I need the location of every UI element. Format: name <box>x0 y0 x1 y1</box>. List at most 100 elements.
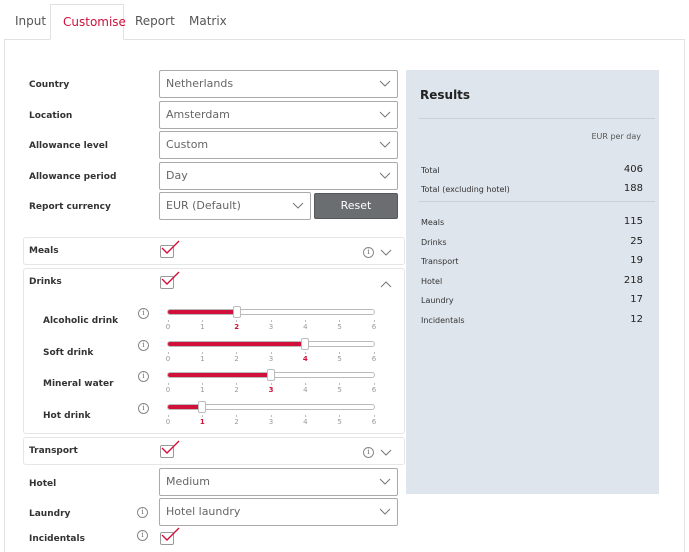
result-value: 406 <box>623 164 643 175</box>
alcoholic-drink-slider[interactable]: 0 1 2 3 4 5 6 <box>166 306 376 331</box>
slider-tick-label: 6 <box>369 415 379 426</box>
scrollbar[interactable] <box>684 40 685 552</box>
slider-thumb[interactable] <box>198 401 207 413</box>
hot-drink-slider[interactable]: 0 1 2 3 4 5 6 <box>166 401 376 426</box>
slider-thumb[interactable] <box>301 338 310 350</box>
chevron-down-icon <box>292 202 304 209</box>
tab-bar: Input Customise Report Matrix <box>0 0 689 40</box>
country-value: Netherlands <box>166 77 234 90</box>
report-currency-label: Report currency <box>29 202 111 212</box>
slider-label: Hot drink <box>43 411 91 421</box>
hotel-label: Hotel <box>29 479 57 489</box>
country-select[interactable]: Netherlands <box>159 70 398 98</box>
hotel-select[interactable]: Medium <box>159 468 398 496</box>
slider-tick-label: 4 <box>300 352 310 363</box>
info-icon[interactable]: i <box>138 308 149 319</box>
drinks-checkbox[interactable] <box>160 271 180 289</box>
slider-tick-label: 1 <box>197 415 207 426</box>
slider-tick-label: 2 <box>232 320 242 331</box>
info-icon[interactable]: i <box>138 403 149 414</box>
chevron-down-icon <box>379 141 391 148</box>
drinks-section: Drinks Alcoholic drink i 0 1 2 3 4 5 6 Soft dr… <box>23 268 405 434</box>
drinks-label: Drinks <box>29 277 62 287</box>
mineral-water-slider[interactable]: 0 1 2 3 4 5 6 <box>166 369 376 394</box>
laundry-value: Hotel laundry <box>166 505 241 518</box>
hotel-value: Medium <box>166 475 210 488</box>
chevron-up-icon[interactable] <box>380 280 392 288</box>
slider-tick-label: 3 <box>266 383 276 394</box>
slider-tick-label: 0 <box>163 320 173 331</box>
slider-row-mineral-water: Mineral water i 0 1 2 3 4 5 6 <box>24 369 406 401</box>
slider-thumb[interactable] <box>232 306 241 318</box>
slider-tick-label: 1 <box>197 352 207 363</box>
location-value: Amsterdam <box>166 108 230 121</box>
slider-tick-label: 3 <box>266 352 276 363</box>
info-icon[interactable]: i <box>137 530 148 541</box>
slider-fill <box>168 405 203 409</box>
results-panel: Results EUR per day Total 406 Total (exc… <box>406 70 659 494</box>
transport-section: Transport i <box>23 437 405 465</box>
slider-tick-label: 6 <box>369 320 379 331</box>
chevron-down-icon <box>379 80 391 87</box>
result-label: Incidentals <box>421 316 465 325</box>
country-label: Country <box>29 80 70 90</box>
slider-tick-label: 4 <box>300 415 310 426</box>
info-icon[interactable]: i <box>138 340 149 351</box>
info-icon[interactable]: i <box>137 507 148 518</box>
report-currency-select[interactable]: EUR (Default) <box>159 192 311 220</box>
tab-customise[interactable]: Customise <box>50 4 126 40</box>
location-select[interactable]: Amsterdam <box>159 101 398 129</box>
slider-tick-label: 2 <box>232 415 242 426</box>
chevron-down-icon[interactable] <box>380 249 392 257</box>
chevron-down-icon[interactable] <box>380 449 392 457</box>
allowance-level-select[interactable]: Custom <box>159 131 398 159</box>
info-icon[interactable]: i <box>363 247 374 258</box>
incidentals-checkbox[interactable] <box>160 527 180 545</box>
result-label: Laundry <box>421 296 454 305</box>
allowance-period-value: Day <box>166 169 188 182</box>
report-currency-value: EUR (Default) <box>166 199 241 212</box>
meals-checkbox[interactable] <box>160 240 180 258</box>
result-value: 12 <box>630 314 643 325</box>
results-title: Results <box>420 88 471 102</box>
slider-fill <box>168 342 306 346</box>
reset-currency-button[interactable]: Reset currency <box>314 193 398 236</box>
divider <box>419 118 655 119</box>
slider-tick-label: 5 <box>335 320 345 331</box>
slider-label: Mineral water <box>43 379 114 389</box>
transport-label: Transport <box>29 446 78 456</box>
allowance-period-label: Allowance period <box>29 172 117 182</box>
slider-tick-label: 5 <box>335 352 345 363</box>
soft-drink-slider[interactable]: 0 1 2 3 4 5 6 <box>166 338 376 363</box>
laundry-label: Laundry <box>29 509 71 519</box>
checkmark-icon <box>161 440 180 454</box>
allowance-period-select[interactable]: Day <box>159 162 398 190</box>
result-value: 115 <box>623 216 643 227</box>
checkmark-icon <box>161 271 180 285</box>
slider-tick-label: 2 <box>232 383 242 394</box>
info-icon[interactable]: i <box>363 447 374 458</box>
result-row-transport: Transport 19 <box>421 255 643 271</box>
laundry-select[interactable]: Hotel laundry <box>159 498 398 526</box>
slider-label: Soft drink <box>43 348 94 358</box>
transport-checkbox[interactable] <box>160 440 180 458</box>
slider-tick-label: 4 <box>300 320 310 331</box>
slider-tick-label: 5 <box>335 383 345 394</box>
slider-tick-label: 1 <box>197 320 207 331</box>
chevron-down-icon <box>379 111 391 118</box>
slider-thumb[interactable] <box>267 369 275 381</box>
result-row-hotel: Hotel 218 <box>421 275 643 291</box>
slider-tick-label: 6 <box>369 383 379 394</box>
meals-section: Meals i <box>23 237 405 265</box>
result-row-laundry: Laundry 17 <box>421 294 643 310</box>
result-label: Drinks <box>421 238 447 247</box>
slider-fill <box>168 310 237 314</box>
result-value: 188 <box>623 183 643 194</box>
tab-matrix[interactable]: Matrix <box>177 4 239 40</box>
chevron-down-icon <box>379 172 391 179</box>
meals-label: Meals <box>29 246 59 256</box>
allowance-level-label: Allowance level <box>29 141 108 151</box>
info-icon[interactable]: i <box>138 371 149 382</box>
result-value: 19 <box>630 255 643 266</box>
slider-tick-label: 6 <box>369 352 379 363</box>
